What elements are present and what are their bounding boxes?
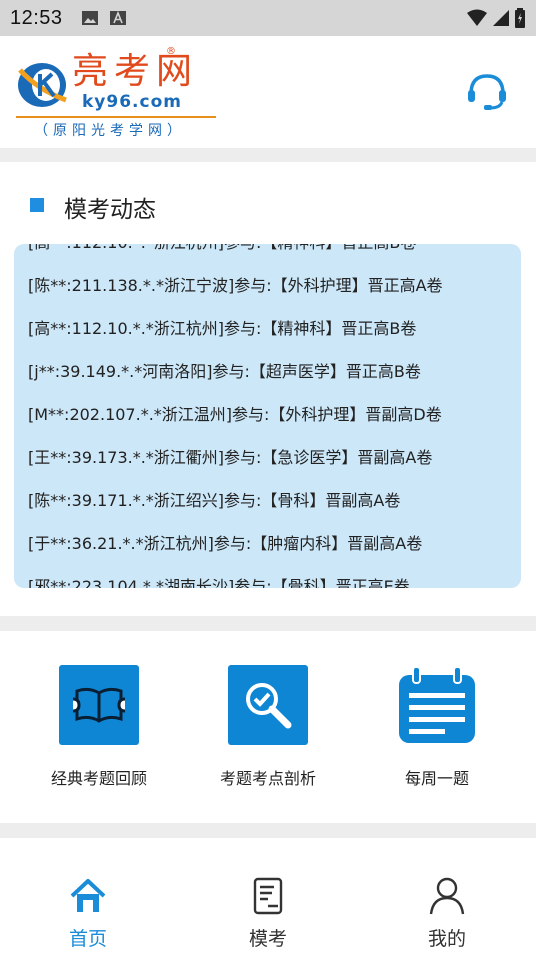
mock-exam-news-section: 模考动态 [高**:112.10.*.*浙江杭州]参与:【精神科】晋正高B卷 [… <box>0 162 536 616</box>
customer-service-headset-icon[interactable] <box>466 70 508 112</box>
tab-label: 我的 <box>427 928 466 950</box>
news-title-row: 模考动态 <box>30 190 156 224</box>
news-list: [高**:112.10.*.*浙江杭州]参与:【精神科】晋正高B卷 [陈**:2… <box>28 244 518 588</box>
news-item: [M**:202.107.*.*浙江温州]参与:【外科护理】晋副高D卷 <box>28 405 442 424</box>
open-book-icon <box>59 665 139 745</box>
news-item: [陈**:211.138.*.*浙江宁波]参与:【外科护理】晋正高A卷 <box>28 276 443 295</box>
news-item: [高**:112.10.*.*浙江杭州]参与:【精神科】晋正高B卷 <box>28 319 417 338</box>
a-notification-icon <box>109 10 126 25</box>
menu-label: 经典考题回顾 <box>50 769 147 788</box>
logo-title: 亮考网 <box>72 51 199 92</box>
news-item: [j**:39.149.*.*河南洛阳]参与:【超声医学】晋正高B卷 <box>28 362 421 381</box>
calendar-icon <box>397 665 477 745</box>
news-item: [王**:39.173.*.*浙江衢州]参与:【急诊医学】晋副高A卷 <box>28 448 433 467</box>
magnifier-check-icon <box>228 665 308 745</box>
square-bullet-icon <box>30 198 48 216</box>
logo-emblem-icon <box>18 63 67 107</box>
exam-icon <box>253 877 283 915</box>
menu-label: 考题考点剖析 <box>219 769 316 788</box>
menu-weekly-question[interactable]: 每周一题 <box>352 665 522 789</box>
wifi-icon <box>467 9 487 26</box>
news-title: 模考动态 <box>64 197 156 223</box>
news-item: [于**:36.21.*.*浙江杭州]参与:【肿瘤内科】晋副高A卷 <box>28 534 423 553</box>
menu-label: 每周一题 <box>404 769 469 788</box>
menu-classic-review[interactable]: 经典考题回顾 <box>14 665 184 789</box>
logo-divider <box>16 116 216 118</box>
home-icon <box>70 879 106 912</box>
news-scroll-box[interactable]: [高**:112.10.*.*浙江杭州]参与:【精神科】晋正高B卷 [陈**:2… <box>14 244 521 588</box>
user-icon <box>429 877 465 915</box>
tab-mine[interactable]: 我的 <box>387 876 507 951</box>
logo-registered-mark: ® <box>166 46 176 57</box>
battery-icon <box>515 8 525 28</box>
logo-tagline: （原阳光考学网） <box>34 123 186 139</box>
news-item: [陈**:39.171.*.*浙江绍兴]参与:【骨科】晋副高A卷 <box>28 491 401 510</box>
news-item: [高**:112.10.*.*浙江杭州]参与:【精神科】晋正高B卷 <box>28 244 518 264</box>
signal-icon <box>493 10 509 26</box>
feature-menu: 经典考题回顾 考题考点剖析 每周一题 <box>0 631 536 823</box>
site-logo[interactable]: 亮考网 ® ky96.com （原阳光考学网） <box>16 46 226 142</box>
tab-home[interactable]: 首页 <box>28 876 148 951</box>
logo-domain: ky96.com <box>82 92 182 112</box>
app-header: 亮考网 ® ky96.com （原阳光考学网） <box>0 36 536 148</box>
news-item: [邪**:223.104.*.*湖南长沙]参与:【骨科】晋正高E卷 <box>28 577 410 588</box>
menu-exam-analysis[interactable]: 考题考点剖析 <box>183 665 353 789</box>
bottom-tab-bar: 首页 模考 我的 <box>0 838 536 954</box>
status-time: 12:53 <box>10 6 63 29</box>
status-bar: 12:53 <box>0 0 536 36</box>
tab-label: 模考 <box>248 928 287 950</box>
tab-mock-exam[interactable]: 模考 <box>208 876 328 951</box>
image-notification-icon <box>81 11 98 25</box>
tab-label: 首页 <box>68 928 107 950</box>
